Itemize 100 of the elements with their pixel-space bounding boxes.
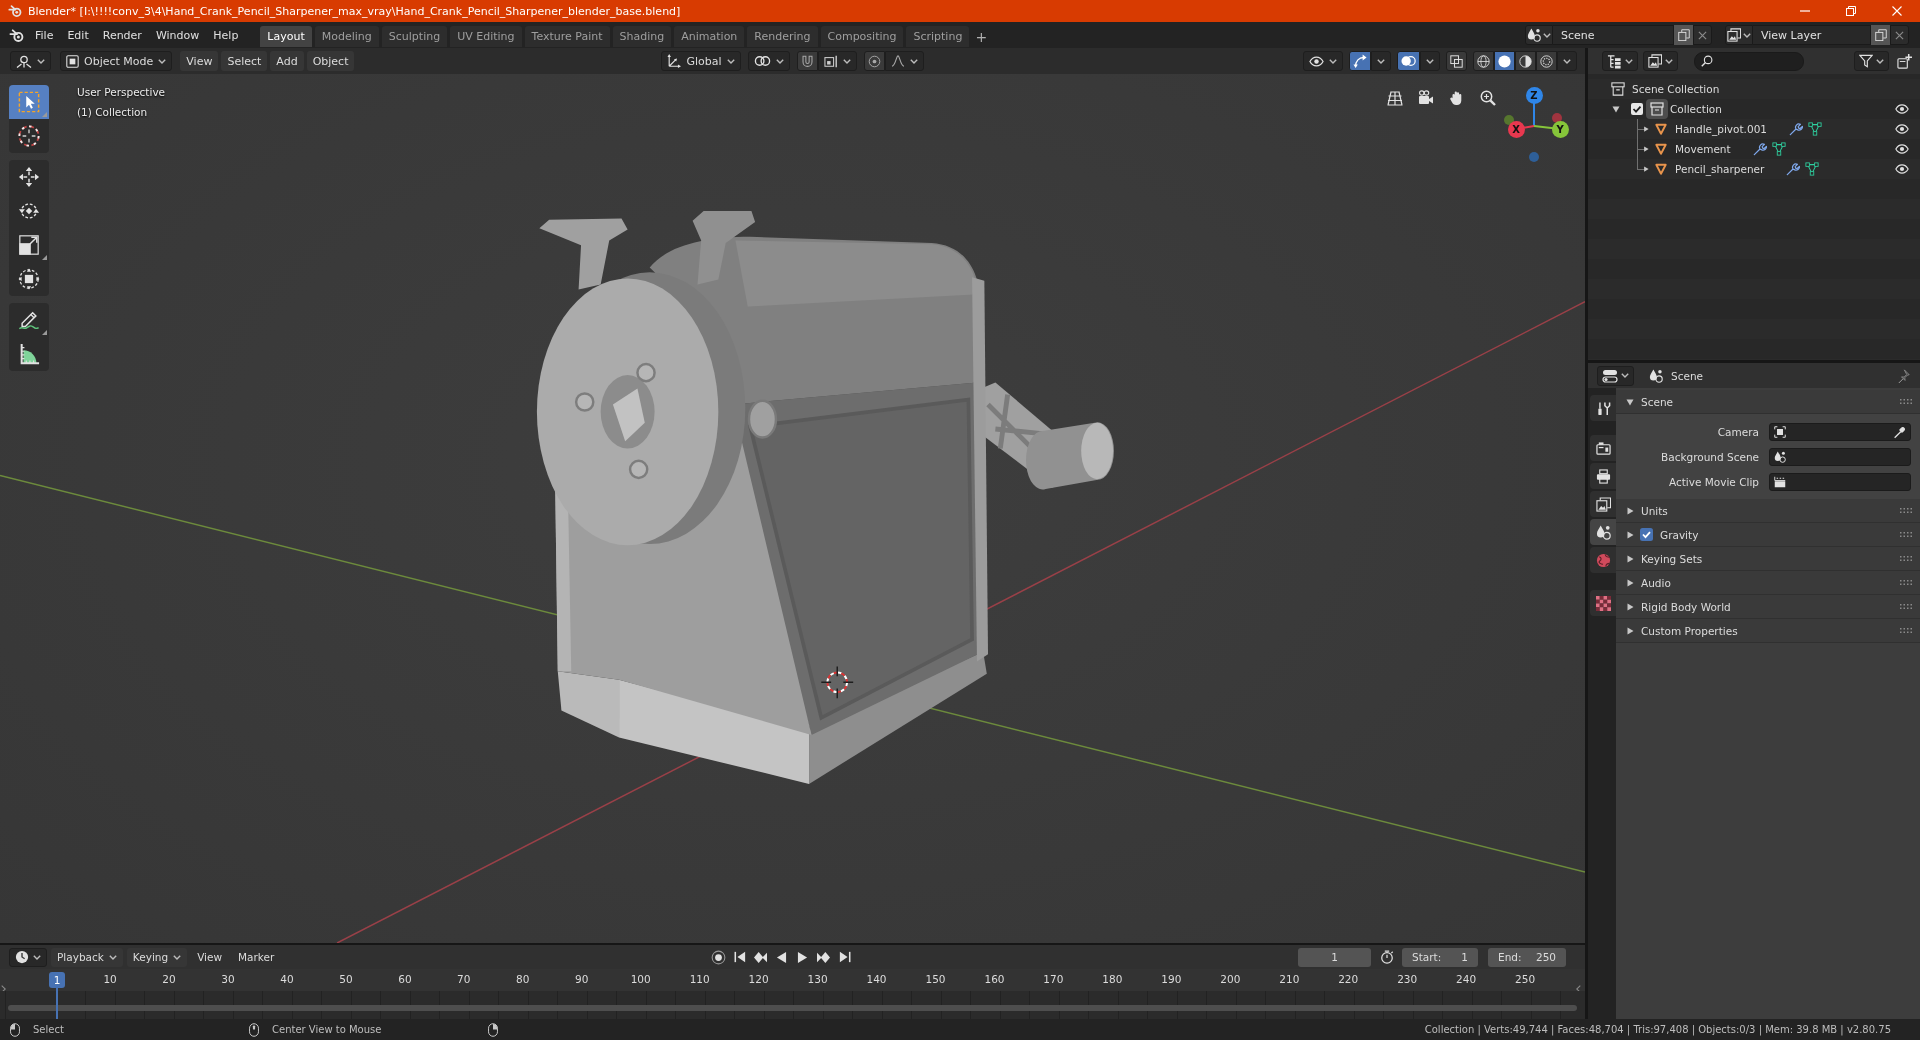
- axis-dot-icon[interactable]: [1529, 152, 1539, 162]
- transform-tool-button[interactable]: [9, 262, 49, 296]
- mode-dropdown[interactable]: Object Mode: [60, 51, 173, 71]
- end-frame-field[interactable]: End: 250: [1488, 947, 1566, 967]
- annotate-tool-button[interactable]: [9, 303, 49, 337]
- wireframe-shading-button[interactable]: [1473, 51, 1494, 71]
- menu-item[interactable]: Render: [95, 24, 149, 46]
- workspace-tab[interactable]: Scripting: [906, 26, 970, 47]
- menu-item[interactable]: Edit: [60, 24, 96, 46]
- orientation-dropdown[interactable]: Global: [661, 51, 741, 71]
- menu-item[interactable]: View: [180, 51, 219, 71]
- xray-toggle[interactable]: [1446, 51, 1467, 71]
- collapse-arrow-icon[interactable]: [1626, 397, 1634, 406]
- drag-handle-icon[interactable]: [1900, 532, 1912, 537]
- search-field[interactable]: [1694, 51, 1804, 71]
- scene-tab[interactable]: [1590, 519, 1616, 545]
- vertex-triangle-icon[interactable]: [1808, 122, 1822, 136]
- new-scene-button[interactable]: [1674, 25, 1693, 45]
- tree-item-label[interactable]: Handle_pivot.001: [1675, 123, 1767, 135]
- wrench-icon[interactable]: [1752, 142, 1767, 156]
- menu-dropdown[interactable]: Keying: [126, 947, 188, 967]
- expand-arrow-icon[interactable]: [1643, 146, 1649, 152]
- remove-scene-button[interactable]: [1693, 25, 1712, 45]
- expand-arrow-icon[interactable]: [1626, 578, 1634, 587]
- drag-handle-icon[interactable]: [1900, 508, 1912, 513]
- auto-keying-toggle[interactable]: [1378, 947, 1396, 967]
- shading-dropdown[interactable]: [1557, 51, 1577, 71]
- gizmo-toggle[interactable]: [1349, 51, 1371, 71]
- texture-tab[interactable]: [1590, 590, 1616, 616]
- eye-icon[interactable]: [1895, 104, 1909, 114]
- wrench-icon[interactable]: [1786, 162, 1801, 176]
- camera-field[interactable]: [1769, 423, 1911, 441]
- expand-arrow-icon[interactable]: [1643, 126, 1649, 132]
- expand-arrow-icon[interactable]: [1643, 166, 1649, 172]
- axis-dot-icon[interactable]: [1504, 115, 1514, 125]
- workspace-tab[interactable]: Layout: [260, 26, 312, 47]
- render-tab[interactable]: [1590, 435, 1616, 461]
- expand-arrow-icon[interactable]: [1626, 506, 1634, 515]
- snap-dropdown[interactable]: [817, 51, 857, 71]
- eye-icon[interactable]: [1895, 144, 1909, 154]
- tree-item-label[interactable]: Movement: [1675, 143, 1731, 155]
- new-collection-button[interactable]: [1897, 53, 1912, 69]
- wrench-icon[interactable]: [1789, 122, 1803, 136]
- expand-arrow-icon[interactable]: [1626, 530, 1634, 539]
- tool-tab[interactable]: [1590, 395, 1616, 421]
- move-tool-button[interactable]: [9, 160, 49, 194]
- expand-arrow-icon[interactable]: [1626, 626, 1634, 635]
- add-workspace-button[interactable]: +: [972, 26, 991, 47]
- current-frame-field[interactable]: 1: [1298, 947, 1371, 967]
- workspace-tab[interactable]: UV Editing: [450, 26, 522, 47]
- movie-clip-field[interactable]: [1769, 473, 1911, 491]
- menu-item[interactable]: Select: [221, 51, 268, 71]
- drag-handle-icon[interactable]: [1900, 604, 1912, 609]
- checkbox[interactable]: [1631, 103, 1643, 115]
- start-frame-field[interactable]: Start: 1: [1402, 947, 1478, 967]
- record-button[interactable]: [708, 947, 729, 967]
- editor-type-button[interactable]: [10, 51, 51, 71]
- workspace-tab[interactable]: Texture Paint: [524, 26, 610, 47]
- expand-arrow-icon[interactable]: [1626, 602, 1634, 611]
- rendered-shading-button[interactable]: [1536, 51, 1557, 71]
- scene-browse-button[interactable]: [1525, 25, 1553, 45]
- workspace-tab[interactable]: Compositing: [820, 26, 904, 47]
- collapse-arrow-icon[interactable]: [1612, 105, 1620, 113]
- menu-item[interactable]: Add: [270, 51, 304, 71]
- workspace-tab[interactable]: Animation: [674, 26, 745, 47]
- measure-tool-button[interactable]: [9, 337, 49, 371]
- editor-type-button[interactable]: [9, 947, 47, 967]
- horizontal-scrollbar[interactable]: [8, 1005, 1577, 1011]
- output-tab[interactable]: [1590, 463, 1616, 489]
- filter-dropdown[interactable]: [1854, 51, 1889, 71]
- checkbox[interactable]: [1640, 528, 1653, 541]
- gizmo-dropdown[interactable]: [1371, 51, 1391, 71]
- editor-type-button[interactable]: [1602, 51, 1638, 71]
- eyedropper-icon[interactable]: [1893, 425, 1906, 439]
- view-layer-browse-button[interactable]: [1725, 25, 1753, 45]
- vertex-triangle-icon[interactable]: [1771, 142, 1786, 156]
- editor-type-button[interactable]: [1597, 365, 1634, 386]
- menu-item[interactable]: File: [28, 24, 61, 46]
- menu-item[interactable]: Object: [306, 51, 355, 71]
- axis-dot-icon[interactable]: [1552, 113, 1562, 123]
- workspace-tab[interactable]: Sculpting: [381, 26, 448, 47]
- 3d-viewport[interactable]: User Perspective (1) Collection Z X Y: [0, 74, 1585, 943]
- scene-field[interactable]: [1769, 448, 1911, 466]
- scene-name-field[interactable]: Scene: [1553, 25, 1674, 45]
- eye-icon[interactable]: [1895, 164, 1909, 174]
- cursor-tool-button[interactable]: [9, 119, 49, 153]
- overlays-dropdown[interactable]: [1420, 51, 1440, 71]
- view-layer-tab[interactable]: [1590, 491, 1616, 517]
- playhead[interactable]: 1: [49, 972, 65, 1019]
- pivot-dropdown[interactable]: [747, 51, 790, 71]
- tree-item-label[interactable]: Collection: [1670, 103, 1722, 115]
- drag-handle-icon[interactable]: [1900, 399, 1912, 404]
- display-mode-dropdown[interactable]: [1643, 51, 1678, 71]
- menu-item[interactable]: Help: [206, 24, 246, 46]
- proportional-editing-toggle[interactable]: [863, 51, 885, 71]
- workspace-tab[interactable]: Modeling: [314, 26, 379, 47]
- falloff-dropdown[interactable]: [884, 51, 924, 71]
- vertex-triangle-icon[interactable]: [1805, 162, 1820, 176]
- axis-handle[interactable]: X: [1507, 120, 1525, 138]
- menu-item[interactable]: Marker: [232, 947, 281, 967]
